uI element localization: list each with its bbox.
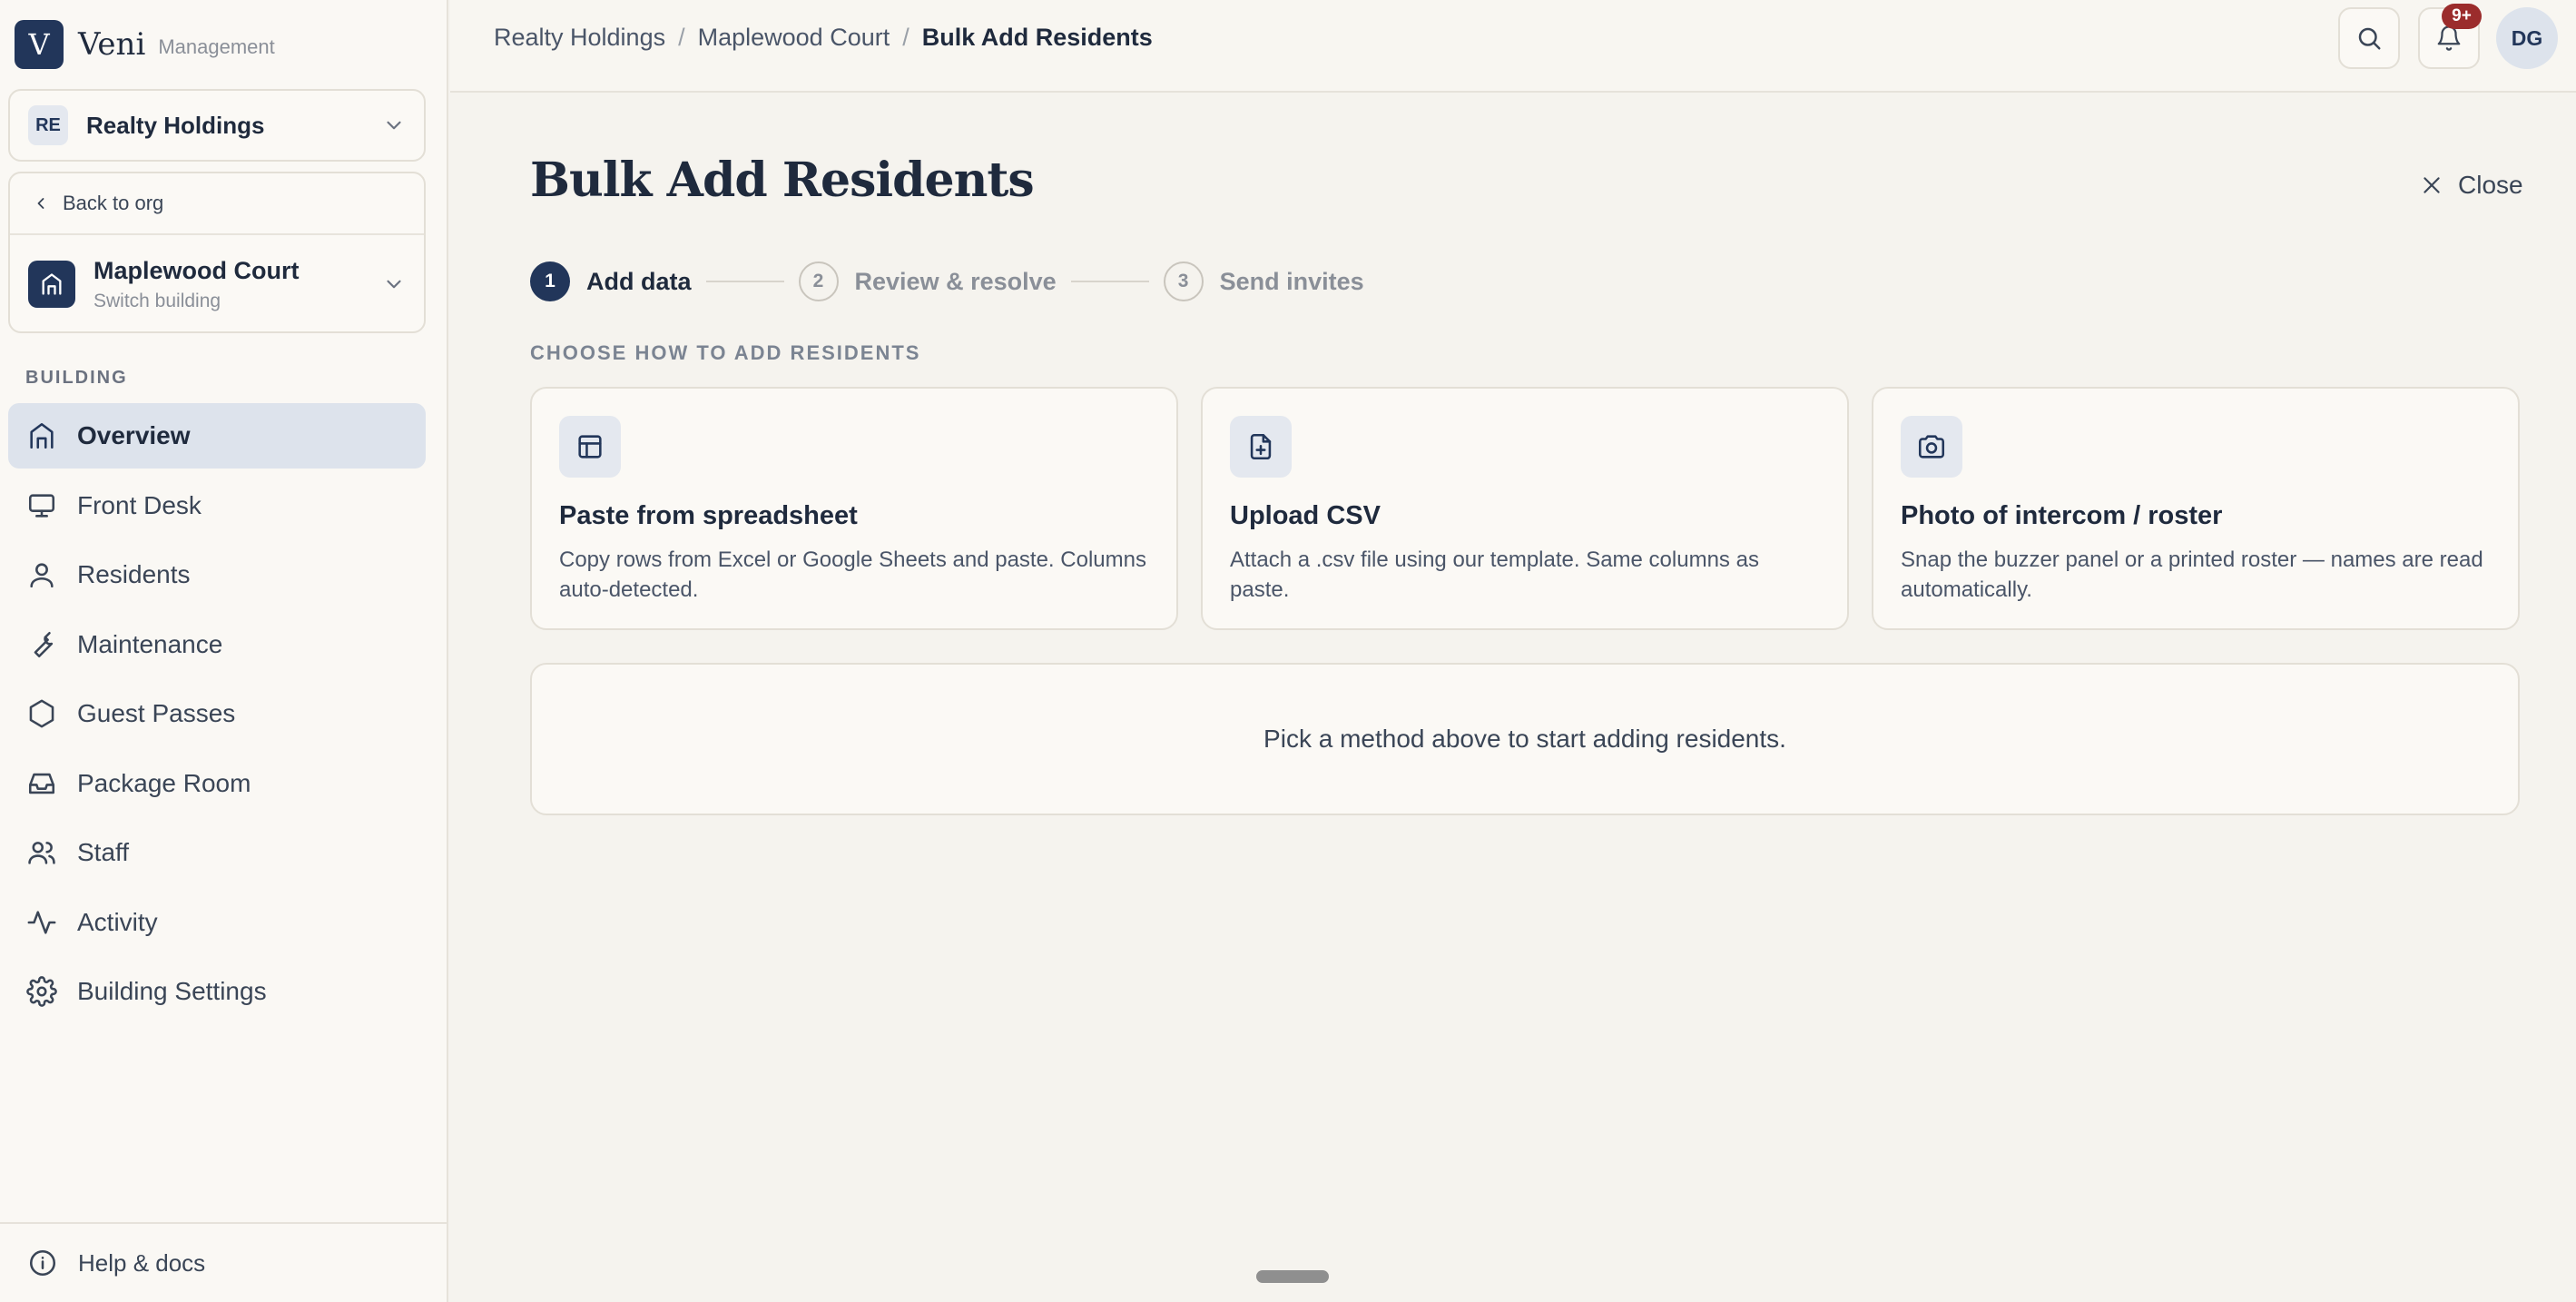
step-add-data: 1 Add data <box>530 261 692 301</box>
users-icon <box>28 842 55 864</box>
chevron-down-icon <box>387 280 401 289</box>
empty-state-panel: Pick a method above to start adding resi… <box>530 663 2520 815</box>
sidebar-item-label: Overview <box>77 421 191 449</box>
sidebar-item-activity[interactable]: Activity <box>8 890 426 955</box>
nav-section-label: BUILDING <box>25 368 128 388</box>
notification-count-badge: 9+ <box>2442 4 2482 29</box>
info-icon <box>29 1249 56 1277</box>
hexagon-icon <box>29 699 54 728</box>
org-name: Realty Holdings <box>86 111 265 139</box>
choose-method-label: CHOOSE HOW TO ADD RESIDENTS <box>530 341 921 364</box>
breadcrumb-building[interactable]: Maplewood Court <box>698 24 890 52</box>
sidebar-item-maintenance[interactable]: Maintenance <box>8 612 426 677</box>
method-title: Paste from spreadsheet <box>559 501 858 530</box>
back-to-org-label: Back to org <box>63 192 164 214</box>
method-description: Copy rows from Excel or Google Sheets an… <box>559 547 1146 602</box>
close-label: Close <box>2458 171 2523 199</box>
avatar[interactable]: DG <box>2496 7 2558 69</box>
brand-name: Veni <box>78 26 146 63</box>
sidebar-item-building-settings[interactable]: Building Settings <box>8 959 426 1024</box>
page-title: Bulk Add Residents <box>530 153 1035 208</box>
breadcrumb-separator: / <box>902 24 909 51</box>
sidebar-item-guest-passes[interactable]: Guest Passes <box>8 681 426 746</box>
file-plus-icon <box>1230 416 1292 478</box>
activity-icon <box>27 910 56 934</box>
org-switcher[interactable]: RE Realty Holdings <box>8 89 426 162</box>
switch-building-label: Switch building <box>93 290 221 311</box>
breadcrumb: Realty Holdings / Maplewood Court / Bulk… <box>494 24 1153 52</box>
building-icon <box>28 261 75 308</box>
top-bar: Realty Holdings / Maplewood Court / Bulk… <box>450 0 2576 93</box>
help-docs-label: Help & docs <box>78 1248 206 1277</box>
table-icon <box>559 416 621 478</box>
camera-icon <box>1901 416 1962 478</box>
help-docs-link[interactable]: Help & docs <box>0 1222 447 1302</box>
sidebar-item-overview[interactable]: Overview <box>8 403 426 469</box>
notifications-button[interactable]: 9+ <box>2418 4 2482 69</box>
sidebar: V Veni Management RE Realty Holdings Bac… <box>0 0 448 1302</box>
method-description: Attach a .csv file using our template. S… <box>1230 547 1759 602</box>
inbox-icon <box>28 773 55 794</box>
chevron-left-icon <box>37 198 44 209</box>
home-icon <box>30 422 54 449</box>
sidebar-item-label: Maintenance <box>77 629 223 658</box>
method-description: Snap the buzzer panel or a printed roste… <box>1901 547 2483 602</box>
breadcrumb-org[interactable]: Realty Holdings <box>494 24 665 52</box>
step-label: Send invites <box>1219 267 1364 295</box>
sidebar-item-front-desk[interactable]: Front Desk <box>8 473 426 538</box>
breadcrumb-current: Bulk Add Residents <box>921 24 1153 51</box>
method-upload-csv[interactable]: Upload CSV Attach a .csv file using our … <box>1201 387 1849 630</box>
sidebar-item-label: Guest Passes <box>77 699 236 727</box>
sidebar-item-label: Building Settings <box>77 977 267 1005</box>
stepper: 1 Add data 2 Review & resolve 3 Send inv… <box>530 261 1364 301</box>
sidebar-item-label: Package Room <box>77 768 251 797</box>
method-paste-spreadsheet[interactable]: Paste from spreadsheet Copy rows from Ex… <box>530 387 1178 630</box>
chevron-down-icon <box>387 121 401 130</box>
sidebar-nav: Overview Front Desk Residents Maintenanc… <box>8 403 426 1029</box>
sidebar-item-staff[interactable]: Staff <box>8 820 426 885</box>
step-label: Add data <box>586 267 692 295</box>
step-number: 3 <box>1163 261 1204 301</box>
user-icon <box>30 563 54 588</box>
building-name: Maplewood Court <box>93 256 300 284</box>
method-title: Photo of intercom / roster <box>1901 501 2223 530</box>
close-button[interactable]: Close <box>2420 171 2523 200</box>
step-label: Review & resolve <box>854 267 1057 295</box>
wrench-icon <box>34 631 54 657</box>
step-connector <box>705 281 784 282</box>
step-connector <box>1070 281 1149 282</box>
back-to-org-link[interactable]: Back to org <box>10 173 424 235</box>
method-photo-roster[interactable]: Photo of intercom / roster Snap the buzz… <box>1872 387 2520 630</box>
sidebar-item-label: Activity <box>77 907 158 936</box>
sidebar-item-label: Staff <box>77 838 130 866</box>
brand[interactable]: V Veni Management <box>15 20 275 69</box>
close-icon <box>2424 177 2440 193</box>
method-title: Upload CSV <box>1230 501 1381 530</box>
org-badge: RE <box>28 105 68 145</box>
building-switcher[interactable]: Maplewood Court Switch building <box>10 235 424 331</box>
sidebar-item-label: Front Desk <box>77 490 202 519</box>
empty-state-message: Pick a method above to start adding resi… <box>1263 725 1786 753</box>
search-button[interactable] <box>2338 7 2400 69</box>
step-send-invites: 3 Send invites <box>1163 261 1364 301</box>
breadcrumb-separator: / <box>678 24 685 51</box>
step-number: 2 <box>798 261 839 301</box>
sidebar-item-package-room[interactable]: Package Room <box>8 751 426 816</box>
sidebar-item-label: Residents <box>77 560 191 588</box>
scroll-handle[interactable] <box>1256 1270 1329 1283</box>
brand-logo: V <box>15 20 64 69</box>
gear-icon <box>26 976 57 1007</box>
brand-subtitle: Management <box>158 35 275 58</box>
step-number: 1 <box>530 261 570 301</box>
step-review-resolve: 2 Review & resolve <box>798 261 1057 301</box>
sidebar-item-residents[interactable]: Residents <box>8 542 426 607</box>
search-icon <box>2358 27 2381 50</box>
monitor-icon <box>28 493 55 518</box>
building-card: Back to org Maplewood Court Switch build… <box>8 172 426 333</box>
